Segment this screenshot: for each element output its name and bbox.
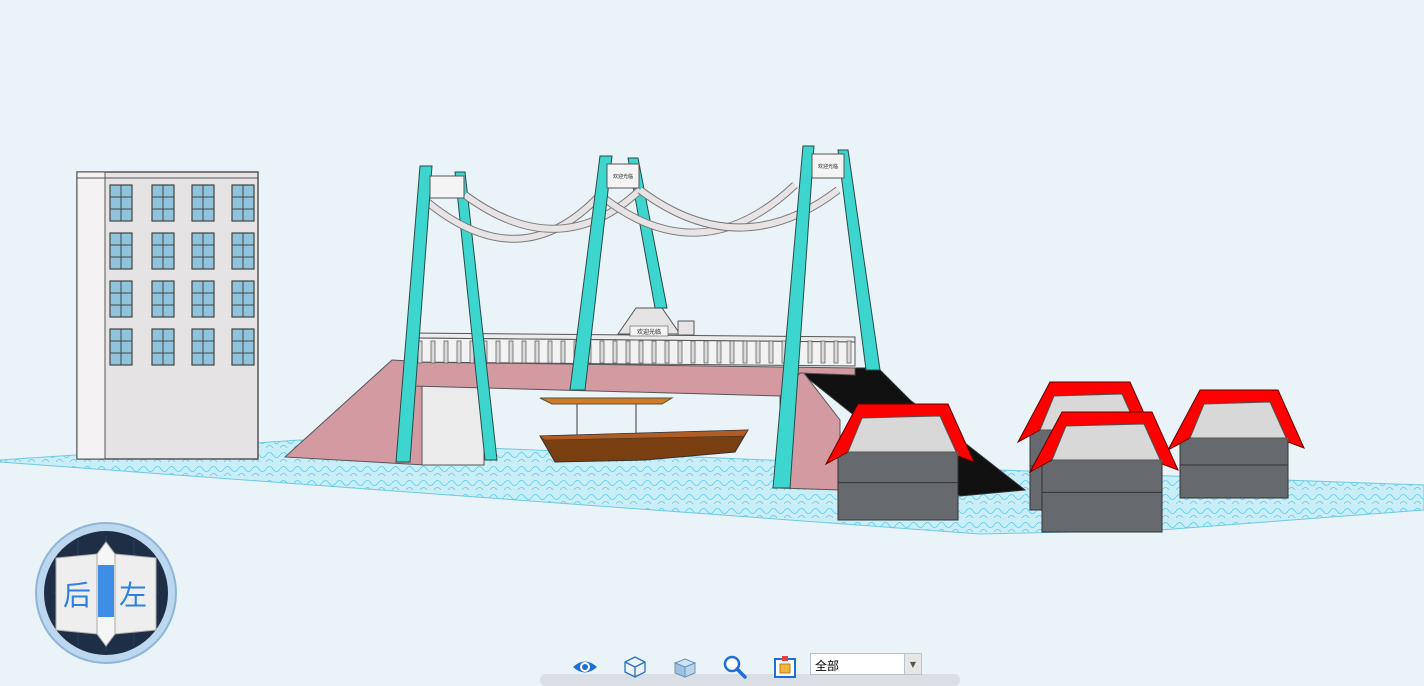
view-toolbar: 全部 ▼	[540, 648, 960, 686]
shaded-view-button[interactable]	[672, 654, 698, 680]
railing-post	[521, 340, 527, 364]
railing-post	[534, 340, 540, 364]
railing-post	[456, 340, 462, 364]
building-window	[191, 328, 215, 366]
railing-post	[820, 340, 826, 364]
railing-post	[508, 340, 514, 364]
railing-post	[755, 340, 761, 364]
gate-sign-text: 欢迎光临	[637, 328, 661, 336]
building-window	[151, 280, 175, 318]
house	[1028, 411, 1179, 533]
building-window	[191, 184, 215, 222]
railing-post	[495, 340, 501, 364]
sign-left	[429, 175, 465, 199]
railing-post	[612, 340, 618, 364]
railing-post	[651, 340, 657, 364]
zoom-icon	[723, 655, 747, 679]
wireframe-view-button[interactable]	[622, 654, 648, 680]
building-window	[109, 232, 133, 270]
building-window	[231, 184, 255, 222]
building-window	[191, 280, 215, 318]
visibility-button[interactable]	[572, 654, 598, 680]
railing-post	[664, 340, 670, 364]
building-window	[151, 232, 175, 270]
section-box-icon	[774, 656, 796, 678]
building-window	[109, 184, 133, 222]
railing-post	[716, 340, 722, 364]
building-window	[231, 232, 255, 270]
wireframe-cube-icon	[624, 656, 646, 678]
suspension-cables	[422, 182, 841, 243]
boat	[539, 397, 749, 463]
railing-post	[703, 340, 709, 364]
office-building	[76, 171, 259, 460]
railing-post	[638, 340, 644, 364]
building-window	[231, 328, 255, 366]
railing-post	[430, 340, 436, 364]
railing-post	[547, 340, 553, 364]
sign-right: 欢迎光临	[811, 153, 845, 179]
sign-right-text: 欢迎光临	[818, 163, 838, 170]
chevron-down-icon[interactable]: ▼	[904, 654, 921, 674]
railing-post	[768, 340, 774, 364]
railing-post	[846, 340, 852, 364]
railing-post	[833, 340, 839, 364]
railing-post	[599, 340, 605, 364]
navigation-cube[interactable]	[33, 520, 179, 666]
toolbar-background	[540, 674, 960, 686]
building-window	[231, 280, 255, 318]
left-abutment	[421, 384, 485, 466]
3d-viewport[interactable]: 欢迎光临 欢迎光临 欢迎光临	[0, 0, 1424, 681]
building-window	[109, 328, 133, 366]
house	[1166, 389, 1305, 499]
nav-cube-face-left[interactable]: 左	[119, 574, 147, 614]
eye-icon	[573, 661, 597, 673]
railing-post	[807, 340, 813, 364]
building-window	[151, 328, 175, 366]
shaded-cube-icon	[673, 658, 697, 678]
railing-post	[443, 340, 449, 364]
filter-select[interactable]: 全部 ▼	[810, 653, 922, 675]
railing-post	[690, 340, 696, 364]
sign-center-text: 欢迎光临	[613, 173, 633, 180]
filter-select-value: 全部	[815, 659, 840, 673]
railing-post	[677, 340, 683, 364]
sign-center: 欢迎光临	[606, 163, 640, 189]
building-window	[109, 280, 133, 318]
building-window	[191, 232, 215, 270]
house	[824, 403, 975, 521]
zoom-button[interactable]	[722, 654, 748, 680]
railing-post	[729, 340, 735, 364]
section-box-button[interactable]	[772, 654, 798, 680]
railing-post	[625, 340, 631, 364]
railing-post	[742, 340, 748, 364]
nav-cube-face-back[interactable]: 后	[63, 574, 91, 614]
bridge-gate: 欢迎光临	[617, 307, 695, 337]
building-window	[151, 184, 175, 222]
railing-post	[560, 340, 566, 364]
